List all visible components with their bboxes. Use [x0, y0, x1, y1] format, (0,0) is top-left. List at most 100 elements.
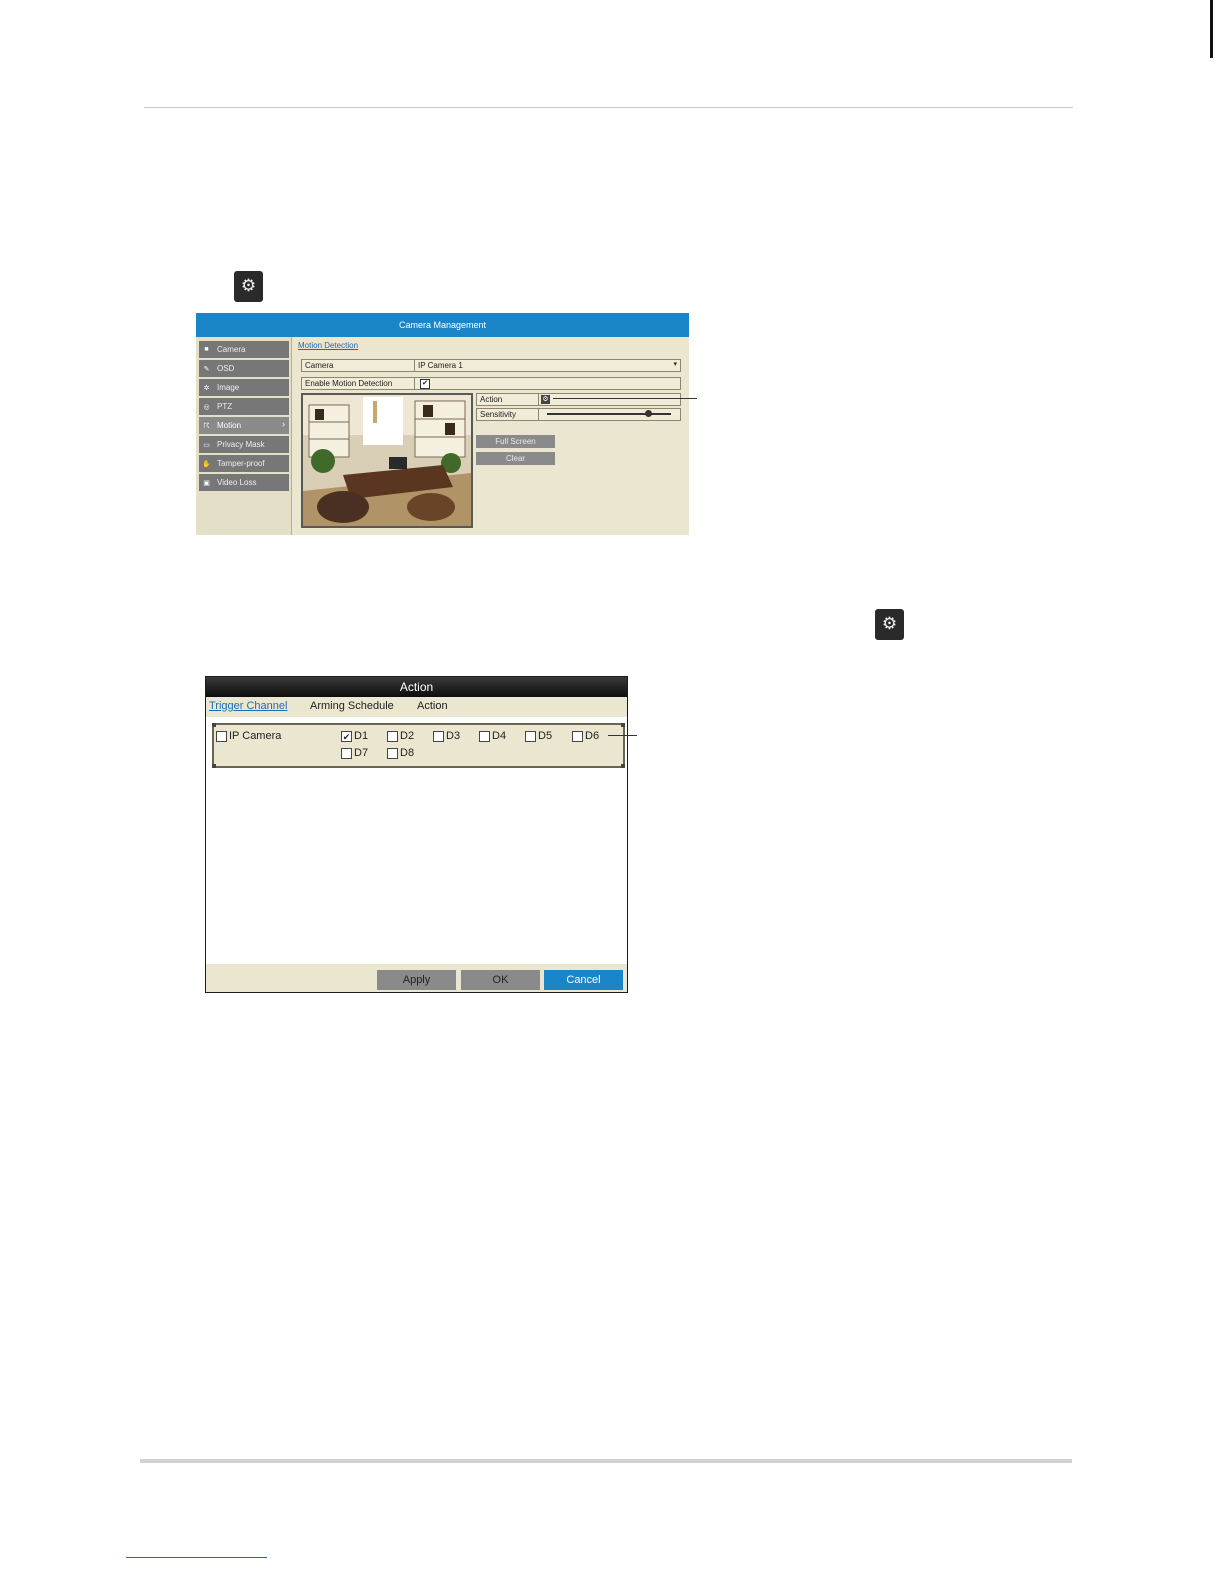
- camera-select-row[interactable]: Camera IP Camera 1 ▾: [301, 359, 681, 372]
- checkbox-label: D3: [446, 730, 461, 742]
- checkbox-box: [479, 730, 490, 742]
- divider: [538, 394, 539, 405]
- channel-checkbox-d1[interactable]: ✔ D1: [341, 730, 368, 742]
- checkbox-label: D8: [400, 747, 415, 759]
- chevron-down-icon: ▾: [673, 361, 677, 368]
- divider: [538, 409, 539, 420]
- ptz-icon: ◎: [203, 403, 210, 411]
- action-label: Action: [480, 395, 503, 404]
- sidebar-item-label: Video Loss: [217, 478, 257, 487]
- check-icon: ✔: [341, 730, 352, 742]
- action-dialog: Action Trigger Channel Arming Schedule A…: [205, 676, 628, 993]
- channel-checkbox-d4[interactable]: D4: [479, 730, 506, 742]
- panel-corner: [621, 764, 625, 768]
- sidebar-item-tamper-proof[interactable]: ✋ Tamper-proof: [199, 455, 289, 472]
- checkbox-label: D5: [538, 730, 553, 742]
- panel-corner: [212, 723, 216, 727]
- sidebar-item-label: Motion: [217, 421, 242, 430]
- sidebar-item-label: Image: [217, 383, 240, 392]
- trigger-channel-panel: IP Camera ✔ D1 D2 D3 D4 D5 D6 D7 D8: [212, 723, 625, 768]
- divider: [414, 360, 415, 371]
- dialog-title: Action: [206, 677, 627, 697]
- office-room-image: [303, 395, 471, 526]
- panel-corner: [621, 723, 625, 727]
- checkbox-box: [387, 730, 398, 742]
- channel-checkbox-d2[interactable]: D2: [387, 730, 414, 742]
- checkbox-label: D1: [354, 730, 369, 742]
- clear-button[interactable]: Clear: [476, 452, 555, 465]
- sidebar-item-camera[interactable]: ■ Camera: [199, 341, 289, 358]
- footer-rule: [140, 1459, 1072, 1463]
- checkbox-box: [433, 730, 444, 742]
- ok-button[interactable]: OK: [461, 970, 540, 990]
- camera-preview[interactable]: [301, 393, 473, 528]
- sidebar-item-label: OSD: [217, 364, 235, 373]
- video-loss-icon: ▣: [203, 479, 210, 487]
- full-screen-button[interactable]: Full Screen: [476, 435, 555, 448]
- checkbox-box: [525, 730, 536, 742]
- tamper-proof-icon: ✋: [202, 460, 211, 468]
- tab-arming-schedule[interactable]: Arming Schedule: [310, 700, 394, 712]
- ip-camera-checkbox[interactable]: IP Camera: [216, 730, 281, 742]
- channel-checkbox-d3[interactable]: D3: [433, 730, 460, 742]
- sidebar-item-osd[interactable]: ✎ OSD: [199, 360, 289, 377]
- checkbox-label: D7: [354, 747, 369, 759]
- enable-motion-checkbox[interactable]: ✔: [420, 379, 430, 389]
- tab-bar: Trigger Channel Arming Schedule Action: [206, 697, 627, 717]
- channel-checkbox-d5[interactable]: D5: [525, 730, 552, 742]
- action-row: Action ⚙: [476, 393, 681, 406]
- gear-icon: ⚙: [875, 609, 904, 640]
- sensitivity-slider-knob[interactable]: [645, 410, 653, 417]
- sidebar-item-label: Privacy Mask: [217, 440, 265, 449]
- page-edge-mark: [1210, 0, 1213, 58]
- cancel-button[interactable]: Cancel: [544, 970, 623, 990]
- footer-link-underline: [126, 1557, 267, 1558]
- checkbox-box: [341, 747, 352, 759]
- channel-checkbox-d6[interactable]: D6: [572, 730, 599, 742]
- sidebar-item-label: PTZ: [217, 402, 233, 411]
- tab-trigger-channel[interactable]: Trigger Channel: [209, 700, 287, 712]
- osd-icon: ✎: [203, 365, 210, 373]
- image-icon: ✲: [203, 384, 210, 392]
- gear-icon[interactable]: ⚙: [541, 395, 550, 404]
- channel-checkbox-d7[interactable]: D7: [341, 747, 368, 759]
- camera-icon: ■: [204, 346, 209, 353]
- checkbox-box: [216, 730, 227, 742]
- checkbox-label: D4: [492, 730, 507, 742]
- checkbox-box: [387, 747, 398, 759]
- sidebar: ■ Camera ✎ OSD ✲ Image ◎ PTZ ☈ Motion › …: [196, 337, 292, 535]
- window-title: Camera Management: [196, 313, 689, 337]
- sidebar-item-label: Tamper-proof: [217, 459, 265, 468]
- dialog-footer: Apply OK Cancel: [206, 964, 627, 992]
- enable-motion-label: Enable Motion Detection: [305, 379, 393, 388]
- sidebar-item-label: Camera: [217, 345, 246, 354]
- channel-checkbox-d8[interactable]: D8: [387, 747, 414, 759]
- checkbox-label: IP Camera: [229, 730, 282, 742]
- checkbox-box: [572, 730, 583, 742]
- header-rule: [144, 107, 1073, 108]
- sidebar-item-motion[interactable]: ☈ Motion ›: [199, 417, 289, 434]
- divider: [414, 378, 415, 389]
- sensitivity-slider[interactable]: [547, 413, 671, 415]
- gear-icon: ⚙: [234, 271, 263, 302]
- tab-action[interactable]: Action: [417, 700, 448, 712]
- privacy-mask-icon: ▭: [203, 441, 210, 449]
- sidebar-item-image[interactable]: ✲ Image: [199, 379, 289, 396]
- enable-motion-row: Enable Motion Detection ✔: [301, 377, 681, 390]
- checkbox-label: D2: [400, 730, 415, 742]
- sensitivity-label: Sensitivity: [480, 410, 517, 419]
- sensitivity-row: Sensitivity: [476, 408, 681, 421]
- tab-motion-detection[interactable]: Motion Detection: [298, 341, 358, 350]
- apply-button[interactable]: Apply: [377, 970, 456, 990]
- sidebar-item-ptz[interactable]: ◎ PTZ: [199, 398, 289, 415]
- callout-line: [608, 735, 637, 736]
- chevron-right-icon: ›: [282, 419, 285, 429]
- camera-management-window: Camera Management ■ Camera ✎ OSD ✲ Image…: [196, 313, 689, 535]
- camera-select[interactable]: IP Camera 1: [418, 361, 463, 370]
- sidebar-item-privacy-mask[interactable]: ▭ Privacy Mask: [199, 436, 289, 453]
- sidebar-item-video-loss[interactable]: ▣ Video Loss: [199, 474, 289, 491]
- callout-line: [553, 398, 697, 399]
- panel-corner: [212, 764, 216, 768]
- checkbox-label: D6: [585, 730, 600, 742]
- motion-icon: ☈: [203, 422, 210, 430]
